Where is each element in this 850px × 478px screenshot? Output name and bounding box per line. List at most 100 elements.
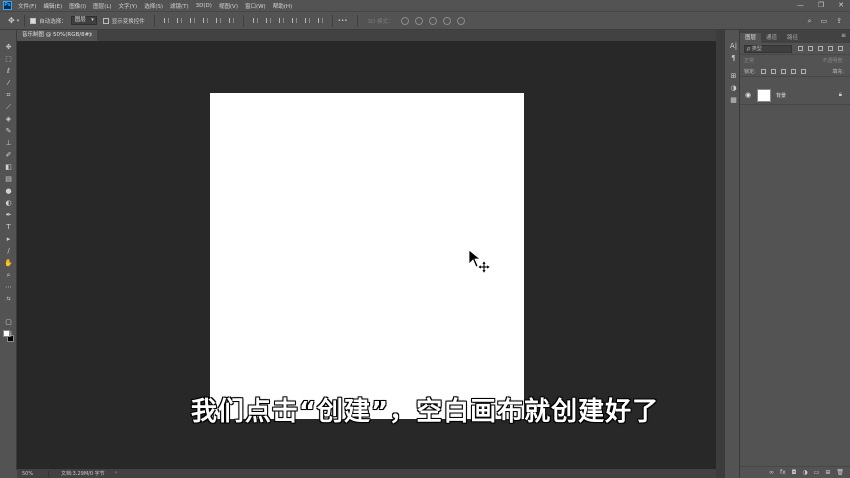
pen-tool-icon[interactable]: ✒ <box>4 211 13 220</box>
libraries-panel-icon[interactable]: ▦ <box>729 96 738 105</box>
tab-paths[interactable]: 路径 <box>782 33 803 43</box>
brush-tool-icon[interactable]: ✎ <box>4 127 13 136</box>
align-right-icon[interactable] <box>227 17 236 25</box>
lock-transparent-icon[interactable] <box>760 68 766 74</box>
layer-row-background[interactable]: ◉ 背景 🔒︎ <box>740 86 850 105</box>
align-hcenter-icon[interactable] <box>214 17 223 25</box>
fx-icon[interactable]: fx <box>780 469 786 476</box>
character-panel-icon[interactable]: A| <box>729 42 738 51</box>
distribute-top-icon[interactable] <box>251 17 260 25</box>
type-filter-icon[interactable] <box>818 46 823 51</box>
3d-pan-icon[interactable] <box>429 16 438 25</box>
menu-view[interactable]: 视图(V) <box>219 2 238 10</box>
pixel-filter-icon[interactable] <box>798 46 803 51</box>
lock-artboard-icon[interactable] <box>790 68 796 74</box>
auto-select-dropdown[interactable]: 图层 <box>70 16 97 25</box>
lock-pixels-icon[interactable] <box>770 68 776 74</box>
canvas-workspace[interactable] <box>17 41 716 469</box>
healing-tool-icon[interactable]: ◈ <box>4 115 13 124</box>
menu-image[interactable]: 图像(I) <box>69 2 86 10</box>
align-top-icon[interactable] <box>162 17 171 25</box>
opacity-label[interactable]: 不透明度: <box>822 57 844 64</box>
stamp-tool-icon[interactable]: ⊥ <box>4 139 13 148</box>
foreground-color-swatch[interactable] <box>3 330 10 337</box>
hand-tool-icon[interactable]: ✋ <box>4 259 13 268</box>
document-tab[interactable]: 音乐制图 @ 50%(RGB/8#) × <box>17 30 97 41</box>
marquee-tool-icon[interactable]: ⬚ <box>4 55 13 64</box>
close-window-button[interactable]: ✕ <box>838 1 844 9</box>
visibility-eye-icon[interactable]: ◉ <box>745 91 751 99</box>
crop-tool-icon[interactable]: ⌗ <box>4 91 13 100</box>
tab-channels[interactable]: 通道 <box>761 33 782 43</box>
3d-slide-icon[interactable] <box>443 16 452 25</box>
blur-tool-icon[interactable]: ● <box>4 187 13 196</box>
close-tab-icon[interactable]: × <box>88 30 93 41</box>
link-icon[interactable]: ∞ <box>769 469 774 476</box>
tab-layers[interactable]: 图层 <box>740 33 762 43</box>
menu-window[interactable]: 窗口(W) <box>245 2 266 10</box>
3d-scale-icon[interactable] <box>457 16 466 25</box>
lock-all-icon[interactable] <box>800 68 806 74</box>
vertical-scrollbar[interactable] <box>716 30 724 478</box>
type-tool-icon[interactable]: T <box>4 223 13 232</box>
swap-colors-icon[interactable]: ⇆ <box>4 295 13 304</box>
panel-menu-icon[interactable]: ≡ <box>841 32 846 39</box>
more-options-icon[interactable]: ••• <box>338 18 348 24</box>
eyedropper-tool-icon[interactable]: ⟋ <box>4 103 13 112</box>
trash-icon[interactable]: 🗑︎ <box>836 469 844 476</box>
folder-icon[interactable]: ▭ <box>814 469 820 476</box>
lasso-tool-icon[interactable]: ℓ <box>4 67 13 76</box>
layer-kind-filter[interactable]: ρ 类型 <box>744 44 792 53</box>
workspace-icon[interactable]: ▭ <box>821 17 828 26</box>
history-brush-tool-icon[interactable]: ✐ <box>4 151 13 160</box>
3d-orbit-icon[interactable] <box>401 16 410 25</box>
move-tool-icon[interactable]: ✥ <box>8 16 15 25</box>
smart-object-filter-icon[interactable] <box>838 46 843 51</box>
distribute-bottom-icon[interactable] <box>277 17 286 25</box>
menu-select[interactable]: 选择(S) <box>144 2 163 10</box>
dodge-tool-icon[interactable]: ◐ <box>4 199 13 208</box>
properties-panel-icon[interactable]: ⊞ <box>729 72 738 81</box>
blend-mode-select[interactable]: 正常 <box>744 57 754 64</box>
align-bottom-icon[interactable] <box>188 17 197 25</box>
menu-filter[interactable]: 滤镜(T) <box>170 2 189 10</box>
zoom-tool-icon[interactable]: ⌕ <box>4 271 13 280</box>
new-layer-icon[interactable]: ⊞ <box>825 469 830 476</box>
path-select-tool-icon[interactable]: ▸ <box>4 235 13 244</box>
paragraph-panel-icon[interactable]: ¶ <box>729 54 738 63</box>
minimize-button[interactable]: — <box>797 1 804 9</box>
align-left-icon[interactable] <box>201 17 210 25</box>
auto-select-checkbox[interactable] <box>30 17 37 24</box>
search-icon[interactable]: ⌕ <box>808 17 812 26</box>
magic-wand-tool-icon[interactable]: ⁄ <box>4 79 13 88</box>
chevron-down-icon[interactable]: ▾ <box>17 18 20 24</box>
adjustment-filter-icon[interactable] <box>808 46 813 51</box>
gradient-tool-icon[interactable]: ▤ <box>4 175 13 184</box>
shape-filter-icon[interactable] <box>828 46 833 51</box>
menu-type[interactable]: 文字(Y) <box>119 2 138 10</box>
share-icon[interactable]: ⇪ <box>836 17 842 26</box>
adjustments-panel-icon[interactable]: ◑ <box>729 84 738 93</box>
adjustment-icon[interactable]: ◑ <box>802 469 807 476</box>
distribute-hcenter-icon[interactable] <box>303 17 312 25</box>
restore-button[interactable]: ❐ <box>818 1 824 9</box>
eraser-tool-icon[interactable]: ◧ <box>4 163 13 172</box>
menu-edit[interactable]: 编辑(E) <box>43 2 62 10</box>
more-tools-icon[interactable]: ⋯ <box>4 283 13 292</box>
distribute-vcenter-icon[interactable] <box>264 17 273 25</box>
quick-mask-icon[interactable]: ▢ <box>4 318 13 327</box>
move-tool-icon[interactable]: ✥ <box>4 43 13 52</box>
show-transform-checkbox[interactable] <box>102 17 109 24</box>
mask-icon[interactable]: ◘ <box>792 469 797 476</box>
align-vcenter-icon[interactable] <box>175 17 184 25</box>
menu-help[interactable]: 帮助(H) <box>273 2 292 10</box>
zoom-level[interactable]: 50% <box>17 470 49 477</box>
menu-layer[interactable]: 图层(L) <box>93 2 111 10</box>
menu-file[interactable]: 文件(F) <box>18 2 36 10</box>
distribute-left-icon[interactable] <box>290 17 299 25</box>
status-expand-icon[interactable]: › <box>115 470 117 476</box>
lock-position-icon[interactable] <box>780 68 786 74</box>
menu-3d[interactable]: 3D(D) <box>196 3 212 9</box>
fill-label[interactable]: 填充: <box>832 68 844 75</box>
distribute-right-icon[interactable] <box>316 17 325 25</box>
